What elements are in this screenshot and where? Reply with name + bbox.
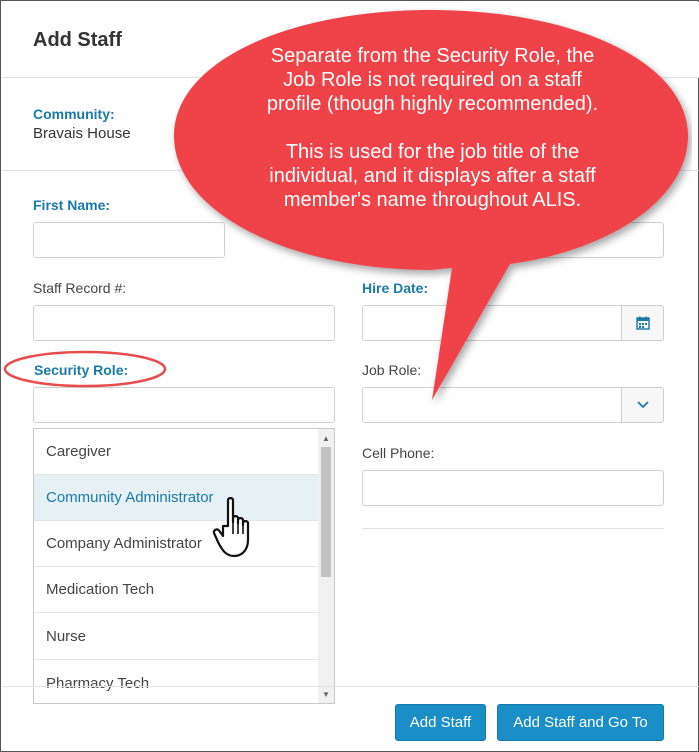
list-item[interactable]: Pharmacy Tech <box>34 660 319 703</box>
page-title: Add Staff <box>33 29 122 51</box>
community-label: Community: <box>33 106 115 122</box>
list-scrollbar[interactable]: ▲ ▼ <box>318 429 334 703</box>
footer-divider <box>2 686 699 687</box>
list-item[interactable]: Medication Tech <box>34 567 319 613</box>
scroll-up-arrow-icon[interactable]: ▲ <box>318 431 334 445</box>
list-item[interactable]: Company Administrator <box>34 521 319 567</box>
callout-line: individual, and it displays after a staf… <box>269 165 596 187</box>
staff-record-label: Staff Record #: <box>33 280 127 296</box>
add-staff-and-go-to-button[interactable]: Add Staff and Go To <box>497 704 664 741</box>
security-role-highlight-ring <box>3 350 167 388</box>
scroll-thumb[interactable] <box>321 447 331 577</box>
first-name-label: First Name: <box>33 197 111 213</box>
cell-phone-input[interactable] <box>362 470 664 506</box>
add-staff-button[interactable]: Add Staff <box>395 704 486 741</box>
list-item[interactable]: Caregiver <box>34 429 319 475</box>
callout-text: Separate from the Security Role, the Job… <box>205 44 660 212</box>
cell-phone-label: Cell Phone: <box>362 445 435 461</box>
hand-pointer-icon <box>212 497 250 558</box>
callout-line: Job Role is not required on a staff <box>283 69 582 91</box>
right-divider <box>362 528 664 529</box>
callout-line: member's name throughout ALIS. <box>283 189 582 211</box>
callout-line: This is used for the job title of the <box>285 141 580 163</box>
callout-line: profile (though highly recommended). <box>266 93 599 115</box>
scroll-down-arrow-icon[interactable]: ▼ <box>318 687 334 701</box>
list-item[interactable]: Community Administrator <box>34 475 319 521</box>
callout-line: Separate from the Security Role, the <box>270 45 595 67</box>
security-role-dropdown-list[interactable]: Caregiver Community Administrator Compan… <box>33 428 335 704</box>
list-item[interactable]: Nurse <box>34 614 319 660</box>
community-value: Bravais House <box>33 125 131 142</box>
